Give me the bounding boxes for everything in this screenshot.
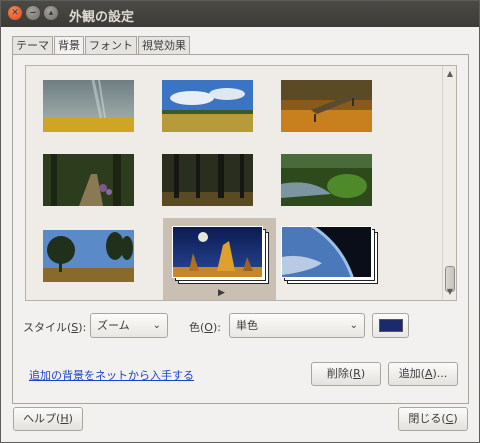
chevron-down-icon: ⌄	[349, 320, 358, 331]
scroll-down-icon[interactable]: ▼	[443, 285, 456, 299]
play-icon: ▶	[218, 288, 225, 298]
wallpaper-rainbow-field[interactable]	[43, 80, 134, 132]
get-more-backgrounds-link[interactable]: 追加の背景をネットから入手する	[29, 367, 194, 383]
close-button[interactable]: 閉じる(C)	[398, 407, 468, 431]
appearance-window: ✕ ‒ ▴ 外観の設定 テーマ 背景 フォント 視覚効果 ▶ ▲ ▼ スタイル(…	[0, 0, 480, 443]
color-combo-value: 単色	[236, 319, 258, 332]
title-bar: ✕ ‒ ▴ 外観の設定	[1, 1, 479, 27]
tab-background[interactable]: 背景	[54, 36, 84, 56]
wallpaper-tree-silhouettes[interactable]	[43, 230, 134, 282]
color-swatch	[379, 319, 403, 332]
maximize-window-icon[interactable]: ▴	[44, 6, 58, 20]
color-combo[interactable]: 単色 ⌄	[229, 313, 365, 338]
window-title: 外観の設定	[69, 10, 135, 25]
wallpaper-dark-woods[interactable]	[162, 154, 253, 206]
remove-button[interactable]: 削除(R)	[311, 362, 381, 386]
minimize-window-icon[interactable]: ‒	[26, 6, 40, 20]
tab-bar: テーマ 背景 フォント 視覚効果	[12, 36, 191, 56]
style-label: スタイル(S):	[23, 321, 87, 334]
wallpaper-gallery[interactable]: ▶ ▲ ▼	[25, 65, 457, 301]
color-picker-button[interactable]	[372, 313, 409, 338]
close-window-icon[interactable]: ✕	[8, 6, 22, 20]
tab-fonts[interactable]: フォント	[85, 36, 137, 55]
style-combo[interactable]: ズーム ⌄	[90, 313, 168, 338]
wallpaper-forest-path[interactable]	[43, 154, 134, 206]
wallpaper-blue-sky-meadow[interactable]	[162, 80, 253, 132]
add-button[interactable]: 追加(A)...	[388, 362, 458, 386]
gallery-scrollbar[interactable]: ▲ ▼	[442, 66, 456, 300]
wallpaper-river-fern[interactable]	[281, 154, 372, 206]
tab-theme[interactable]: テーマ	[12, 36, 53, 55]
style-combo-value: ズーム	[97, 319, 130, 332]
background-tab-panel: ▶ ▲ ▼ スタイル(S): ズーム ⌄ 色(O): 単色 ⌄ 追加の背景をネッ…	[12, 54, 469, 404]
help-button[interactable]: ヘルプ(H)	[13, 407, 83, 431]
chevron-down-icon: ⌄	[152, 320, 161, 331]
tab-visual-effects[interactable]: 視覚効果	[138, 36, 190, 55]
color-label: 色(O):	[189, 321, 221, 334]
scroll-up-icon[interactable]: ▲	[443, 67, 456, 81]
wallpaper-autumn-bench[interactable]	[281, 80, 372, 132]
